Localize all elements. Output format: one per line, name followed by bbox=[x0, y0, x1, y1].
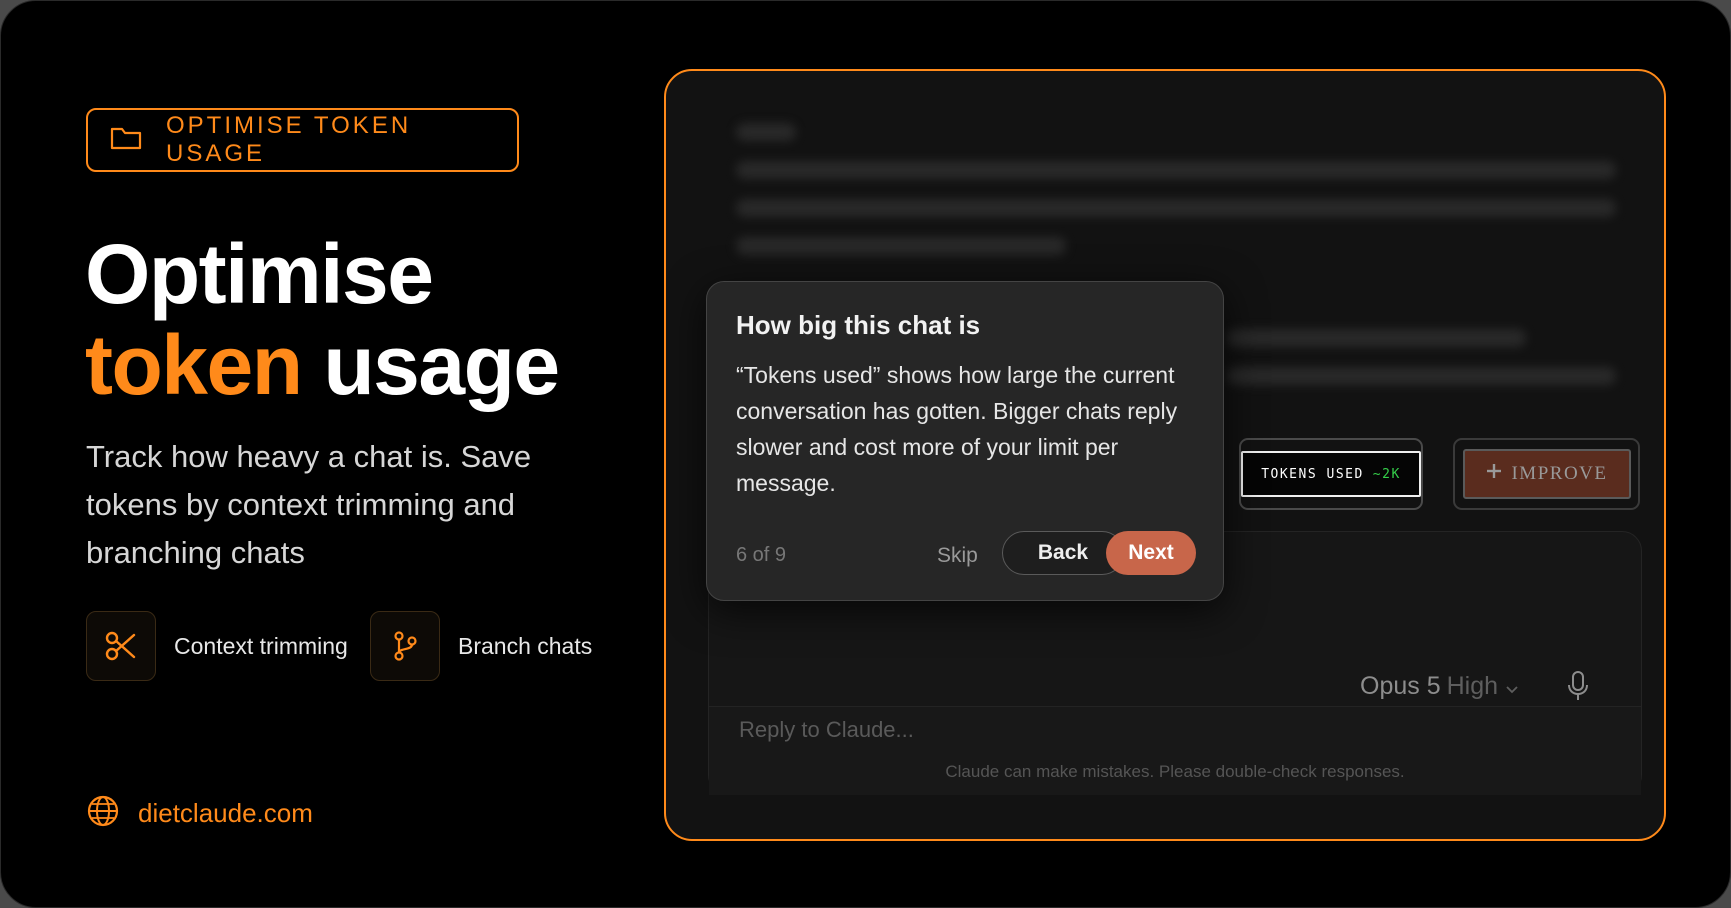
website-link[interactable]: dietclaude.com bbox=[86, 794, 313, 833]
promo-frame: OPTIMISE TOKEN USAGE Optimise token usag… bbox=[0, 0, 1731, 908]
feature-label: Branch chats bbox=[458, 632, 593, 659]
model-selector[interactable]: Opus 5 High bbox=[1360, 672, 1519, 701]
blurred-text bbox=[736, 199, 1616, 217]
feature-tag: OPTIMISE TOKEN USAGE bbox=[86, 108, 519, 172]
improve-label: IMPROVE bbox=[1511, 463, 1608, 484]
tooltip-step-counter: 6 of 9 bbox=[736, 544, 787, 566]
plus-icon bbox=[1485, 462, 1503, 486]
onboarding-tooltip: How big this chat is “Tokens used” shows… bbox=[706, 281, 1224, 601]
next-button[interactable]: Next bbox=[1106, 531, 1196, 575]
blurred-text bbox=[736, 161, 1616, 179]
feature-tag-label: OPTIMISE TOKEN USAGE bbox=[166, 112, 412, 167]
microphone-icon[interactable] bbox=[1566, 670, 1590, 707]
tokens-used-value: ~2K bbox=[1372, 466, 1401, 482]
blurred-text bbox=[736, 123, 796, 141]
tokens-used-label: TOKENS USED bbox=[1261, 466, 1364, 482]
headline: Optimise token usage bbox=[85, 227, 560, 412]
folder-icon bbox=[110, 125, 142, 156]
skip-button[interactable]: Skip bbox=[937, 544, 978, 568]
headline-highlight: token bbox=[85, 318, 303, 412]
tooltip-title: How big this chat is bbox=[736, 310, 981, 340]
improve-button[interactable]: IMPROVE bbox=[1453, 438, 1640, 510]
blurred-text bbox=[1226, 367, 1616, 385]
feature-context-trimming: Context trimming bbox=[86, 611, 348, 681]
effort-level: High bbox=[1446, 672, 1499, 700]
tooltip-body: “Tokens used” shows how large the curren… bbox=[736, 362, 1178, 496]
chevron-down-icon bbox=[1505, 672, 1519, 700]
headline-rest: usage bbox=[323, 318, 560, 412]
disclaimer: Claude can make mistakes. Please double-… bbox=[945, 762, 1405, 781]
reply-input[interactable]: Reply to Claude... bbox=[739, 717, 914, 743]
reply-area: Reply to Claude... Claude can make mista… bbox=[709, 706, 1641, 795]
feature-branch-chats: Branch chats bbox=[370, 611, 592, 681]
blurred-text bbox=[736, 237, 1066, 255]
model-name: Opus 5 bbox=[1360, 672, 1441, 700]
globe-icon bbox=[86, 794, 120, 833]
scissors-icon bbox=[86, 611, 156, 681]
branch-icon bbox=[370, 611, 440, 681]
website-text: dietclaude.com bbox=[138, 798, 313, 828]
subtitle: Track how heavy a chat is. Save tokens b… bbox=[86, 439, 532, 570]
feature-label: Context trimming bbox=[174, 632, 348, 659]
blurred-text bbox=[1226, 329, 1526, 347]
headline-line1: Optimise bbox=[85, 227, 434, 321]
tokens-used-chip[interactable]: TOKENS USED ~2K bbox=[1239, 438, 1423, 510]
